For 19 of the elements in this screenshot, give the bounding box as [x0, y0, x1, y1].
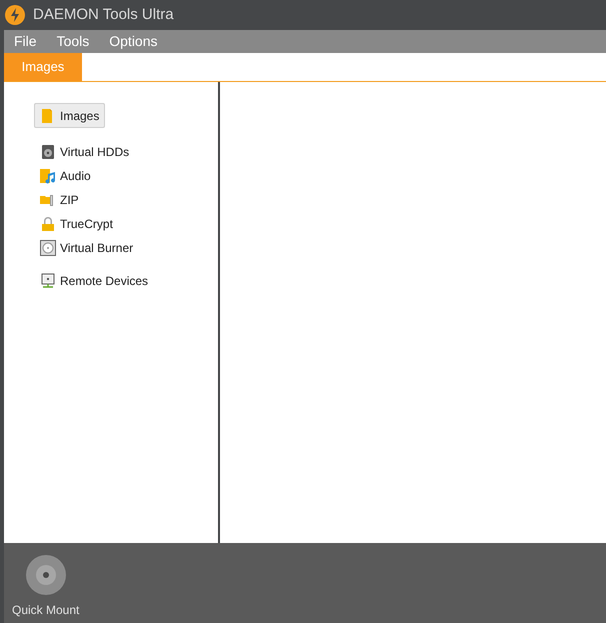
window-title: DAEMON Tools Ultra — [33, 4, 174, 25]
disc-icon — [26, 555, 66, 595]
sidebar-item[interactable]: Images — [34, 103, 106, 128]
music-folder-icon — [40, 168, 56, 184]
monitor-network-icon — [40, 272, 56, 288]
menu-item[interactable]: File — [14, 31, 37, 52]
sidebar-item[interactable]: ZIP — [34, 190, 85, 209]
sidebar-item[interactable]: Virtual Burner — [34, 238, 140, 257]
quick-mount-button[interactable]: Quick Mount — [12, 555, 80, 619]
drive-icon — [40, 144, 56, 160]
sidebar-item[interactable]: Virtual HDDs — [34, 142, 136, 161]
sidebar-item[interactable]: Audio — [34, 166, 97, 185]
lightning-logo-icon — [5, 5, 25, 25]
disc-drive-icon — [40, 240, 56, 256]
padlock-icon — [40, 216, 56, 232]
menu-item[interactable]: Tools — [56, 31, 90, 52]
sidebar-item[interactable]: Remote Devices — [34, 271, 154, 290]
sidebar-item[interactable]: TrueCrypt — [34, 214, 119, 233]
menu-item[interactable]: Options — [109, 31, 158, 52]
